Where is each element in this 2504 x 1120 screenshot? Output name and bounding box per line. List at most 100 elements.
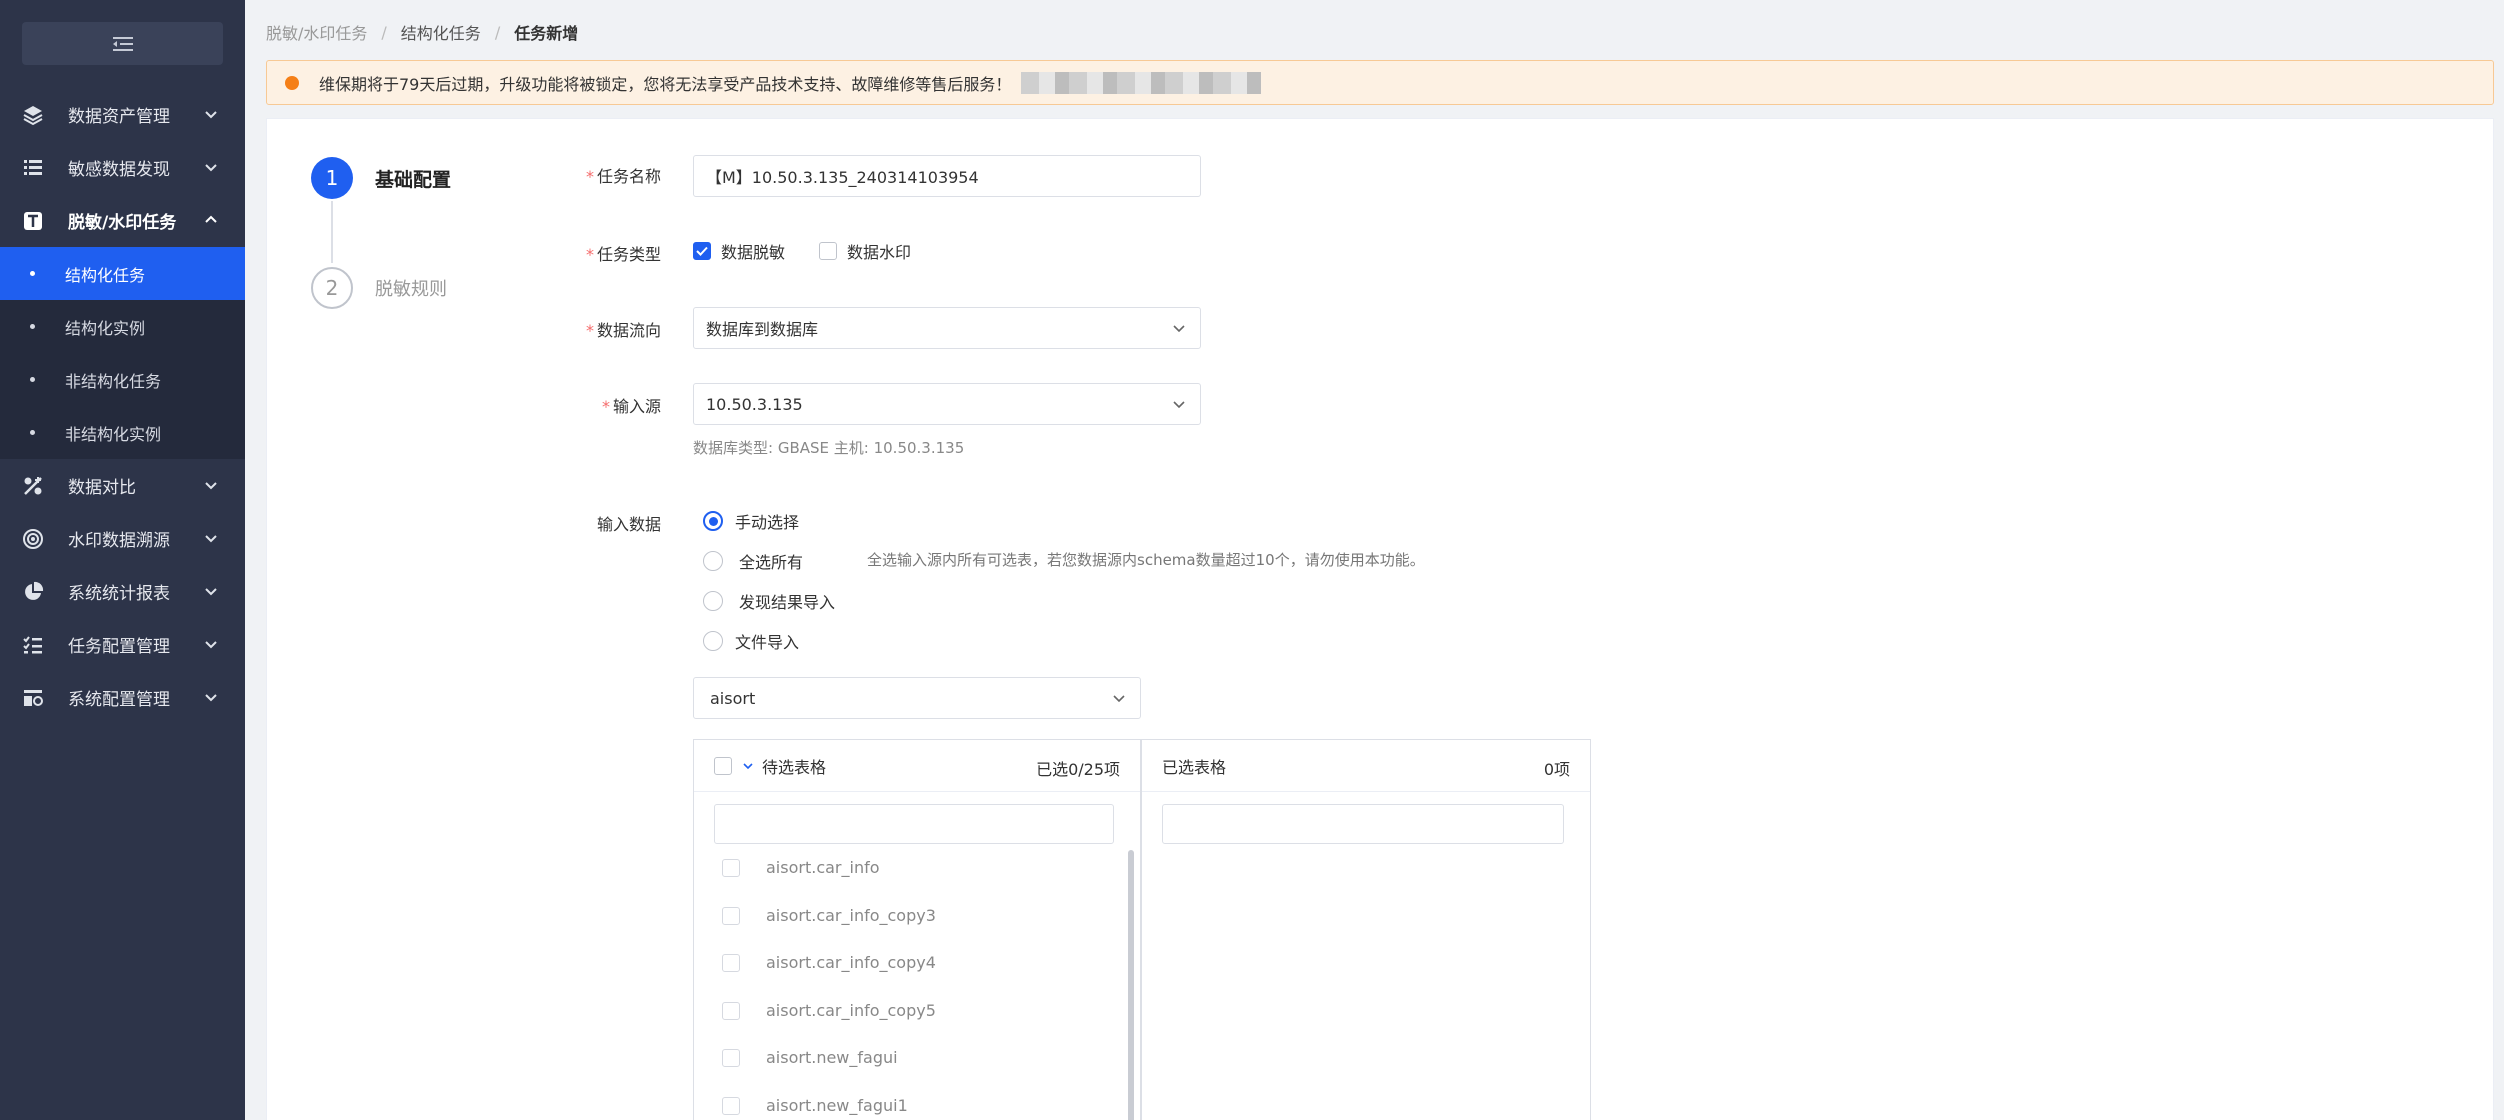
compare-icon <box>24 476 42 495</box>
menu-item-mask-watermark-task[interactable]: 脱敏/水印任务 <box>0 194 245 247</box>
step-number: 1 <box>311 157 353 199</box>
breadcrumb-current: 任务新增 <box>514 24 579 43</box>
menu-item-data-asset[interactable]: 数据资产管理 <box>0 88 245 141</box>
list-item[interactable]: aisort.car_info_copy4 <box>722 953 936 972</box>
step-basic-config[interactable]: 1 基础配置 <box>311 157 451 199</box>
chevron-down-icon <box>205 588 217 596</box>
checkbox-label: 数据脱敏 <box>721 243 786 262</box>
sidebar-toggle-button[interactable] <box>22 22 223 65</box>
menu-item-watermark-trace[interactable]: 水印数据溯源 <box>0 512 245 565</box>
step-mask-rules[interactable]: 2 脱敏规则 <box>311 267 447 309</box>
menu-item-statistics-report[interactable]: 系统统计报表 <box>0 565 245 618</box>
chevron-down-icon[interactable] <box>742 760 754 772</box>
list-item[interactable]: aisort.car_info <box>722 858 880 877</box>
layers-icon <box>23 105 43 125</box>
selected-count: 已选0/25项 <box>1036 760 1120 779</box>
transfer-right-panel: 已选表格 0项 <box>1141 739 1591 1120</box>
radio-checked[interactable] <box>703 511 723 531</box>
list-item[interactable]: aisort.car_info_copy5 <box>722 1001 936 1020</box>
input-data-label: 输入数据 <box>596 515 661 534</box>
list-icon <box>24 159 42 175</box>
sidebar-menu: 数据资产管理 敏感数据发现 脱敏/水印任务 结构化任务 结构化实例 非结构化任务 <box>0 88 245 724</box>
radio-unchecked[interactable] <box>703 591 723 611</box>
bullet-dot <box>30 430 35 435</box>
item-checkbox[interactable] <box>722 906 740 925</box>
sub-label: 非结构化任务 <box>65 371 162 391</box>
menu-item-data-compare[interactable]: 数据对比 <box>0 459 245 512</box>
right-search-input[interactable] <box>1162 804 1564 844</box>
sidebar-item-unstructured-task[interactable]: 非结构化任务 <box>0 353 245 406</box>
item-checkbox[interactable] <box>722 1048 740 1067</box>
task-type-mask-checkbox[interactable]: 数据脱敏 <box>693 239 785 263</box>
schema-select[interactable]: aisort <box>693 677 1141 719</box>
menu-label: 数据资产管理 <box>68 107 170 127</box>
chevron-down-icon <box>205 111 217 119</box>
bullet-dot <box>30 377 35 382</box>
sub-label: 结构化任务 <box>65 265 146 285</box>
radio-discovery-import[interactable]: 发现结果导入 <box>703 589 835 613</box>
menu-label: 脱敏/水印任务 <box>68 213 177 233</box>
selected-count: 0项 <box>1543 760 1570 779</box>
breadcrumb-item[interactable]: 脱敏/水印任务 <box>266 20 367 44</box>
step-connector <box>331 201 333 263</box>
left-search-input[interactable] <box>714 804 1114 844</box>
item-checkbox[interactable] <box>722 1001 740 1020</box>
pie-chart-icon <box>25 581 44 600</box>
step-number: 2 <box>311 267 353 309</box>
radio-unchecked[interactable] <box>703 631 723 651</box>
checklist-icon <box>23 635 42 653</box>
radio-label: 文件导入 <box>735 633 800 652</box>
breadcrumb: 脱敏/水印任务 / 结构化任务 / 任务新增 <box>266 20 578 44</box>
chevron-down-icon <box>205 482 217 490</box>
check-icon <box>696 246 708 256</box>
sidebar-item-structured-instance[interactable]: 结构化实例 <box>0 300 245 353</box>
alert-text: 维保期将于79天后过期，升级功能将被锁定，您将无法享受产品技术支持、故障维修等售… <box>319 74 1012 94</box>
chevron-down-icon <box>1113 695 1125 703</box>
select-all-checkbox[interactable] <box>714 756 732 775</box>
radio-select-all[interactable]: 全选所有 <box>703 549 803 573</box>
chevron-up-icon <box>205 215 217 223</box>
sidebar-item-structured-task[interactable]: 结构化任务 <box>0 247 245 300</box>
scrollbar[interactable] <box>1128 850 1134 1120</box>
transfer-left-panel: 待选表格 已选0/25项 aisort.car_info aisort.car_… <box>693 739 1141 1120</box>
list-item[interactable]: aisort.new_fagui <box>722 1048 898 1067</box>
breadcrumb-item[interactable]: 结构化任务 <box>401 20 481 44</box>
input-source-select[interactable]: 10.50.3.135 <box>693 383 1201 425</box>
settings-panel-icon <box>24 689 43 706</box>
chevron-down-icon <box>205 694 217 702</box>
sub-label: 结构化实例 <box>65 318 146 338</box>
menu-item-sensitive-discovery[interactable]: 敏感数据发现 <box>0 141 245 194</box>
radio-unchecked[interactable] <box>703 551 723 571</box>
task-name-label: * 任务名称 <box>585 167 661 186</box>
bullet-dot <box>30 271 35 276</box>
text-t-icon <box>24 211 42 230</box>
checkbox-unchecked[interactable] <box>819 242 837 260</box>
checkbox-checked[interactable] <box>693 242 711 260</box>
radio-file-import[interactable]: 文件导入 <box>703 629 799 653</box>
input-source-hint: 数据库类型: GBASE 主机: 10.50.3.135 <box>693 439 965 457</box>
transfer-right-header: 已选表格 0项 <box>1142 740 1590 792</box>
menu-item-system-config[interactable]: 系统配置管理 <box>0 671 245 724</box>
bullet-dot <box>30 324 35 329</box>
warning-icon <box>285 75 299 90</box>
select-all-hint: 全选输入源内所有可选表，若您数据源内schema数量超过10个，请勿使用本功能。 <box>867 551 1425 569</box>
input-source-label: * 输入源 <box>601 397 661 416</box>
chevron-down-icon <box>1173 325 1185 333</box>
menu-item-task-config[interactable]: 任务配置管理 <box>0 618 245 671</box>
sidebar-item-unstructured-instance[interactable]: 非结构化实例 <box>0 406 245 459</box>
item-checkbox[interactable] <box>722 858 740 877</box>
radio-label: 全选所有 <box>739 553 804 572</box>
data-flow-label: * 数据流向 <box>585 321 661 340</box>
radio-manual-select[interactable]: 手动选择 <box>703 509 799 533</box>
breadcrumb-separator: / <box>381 22 387 42</box>
task-type-watermark-checkbox[interactable]: 数据水印 <box>819 239 911 263</box>
item-checkbox[interactable] <box>722 1096 740 1115</box>
menu-fold-icon <box>112 36 133 51</box>
list-item[interactable]: aisort.car_info_copy3 <box>722 906 936 925</box>
target-icon <box>23 528 43 549</box>
list-item[interactable]: aisort.new_fagui1 <box>722 1096 908 1115</box>
item-checkbox[interactable] <box>722 953 740 972</box>
task-name-input[interactable]: 【M】10.50.3.135_240314103954 <box>693 155 1201 197</box>
panel-title: 已选表格 <box>1162 757 1227 777</box>
data-flow-select[interactable]: 数据库到数据库 <box>693 307 1201 349</box>
